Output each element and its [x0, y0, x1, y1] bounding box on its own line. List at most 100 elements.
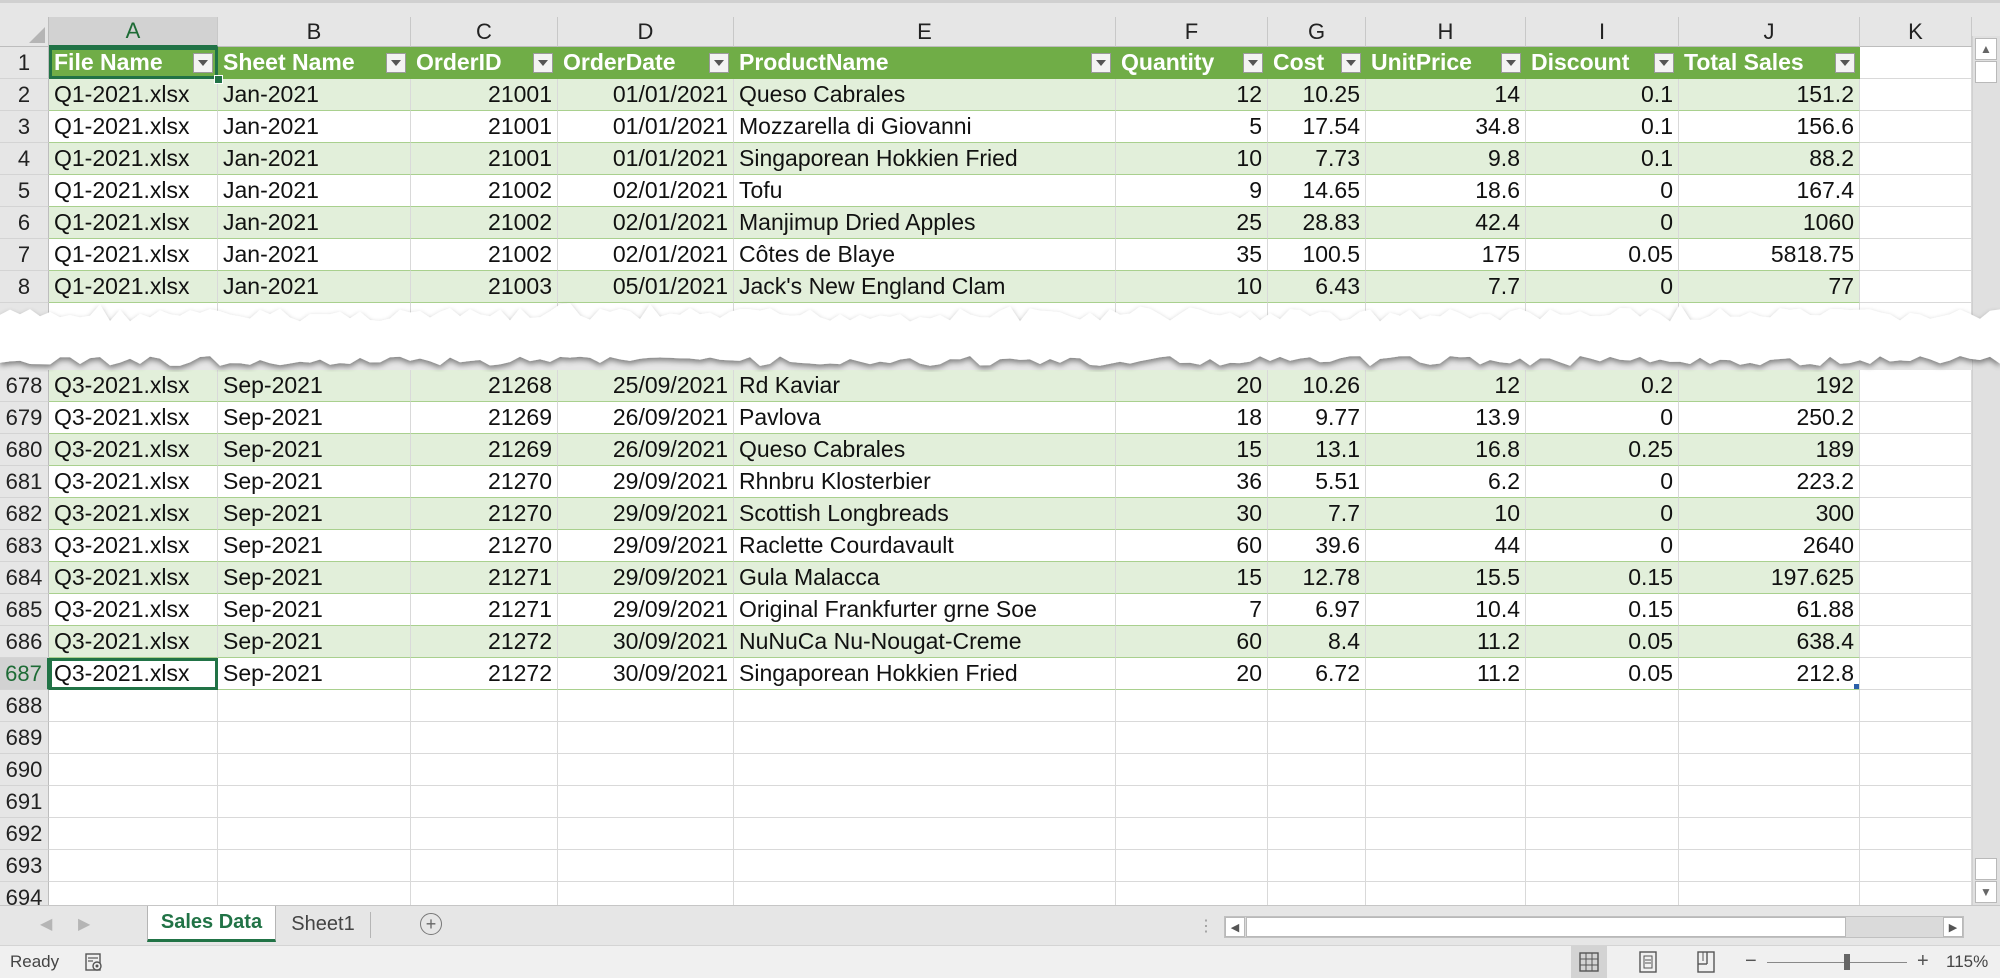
cell[interactable]: Sep-2021	[218, 434, 411, 466]
page-layout-icon[interactable]	[1630, 946, 1666, 978]
table-header-cell[interactable]: ProductName	[734, 47, 1116, 79]
fill-handle[interactable]	[214, 75, 223, 84]
cell[interactable]	[218, 690, 411, 722]
cell[interactable]: 0	[1526, 498, 1679, 530]
cell[interactable]: Q3-2021.xlsx	[49, 626, 218, 658]
cell[interactable]: 21269	[411, 402, 558, 434]
row-header[interactable]: 689	[0, 722, 49, 754]
cell[interactable]: 61.88	[1679, 594, 1860, 626]
cell[interactable]	[1860, 47, 1972, 79]
cell[interactable]: 29/09/2021	[558, 466, 734, 498]
cell[interactable]: 21270	[411, 530, 558, 562]
cell[interactable]	[1860, 434, 1972, 466]
cell[interactable]: 21272	[411, 658, 558, 690]
cell[interactable]: 223.2	[1679, 466, 1860, 498]
row-header[interactable]: 680	[0, 434, 49, 466]
cell[interactable]: 01/01/2021	[558, 143, 734, 175]
cell[interactable]	[1860, 143, 1972, 175]
cell[interactable]	[1679, 722, 1860, 754]
cell[interactable]: 12.78	[1268, 562, 1366, 594]
cell[interactable]	[1679, 850, 1860, 882]
cell[interactable]: 39.6	[1268, 530, 1366, 562]
cell[interactable]: 20	[1116, 370, 1268, 402]
cell[interactable]	[1526, 690, 1679, 722]
cell[interactable]: 21002	[411, 175, 558, 207]
cell[interactable]: Q1-2021.xlsx	[49, 175, 218, 207]
vertical-scroll-thumb[interactable]	[1975, 61, 1997, 83]
column-header-b[interactable]: B	[218, 17, 411, 47]
cell[interactable]: 18	[1116, 402, 1268, 434]
cell[interactable]	[1860, 594, 1972, 626]
row-header[interactable]: 5	[0, 175, 49, 207]
cell[interactable]: 21001	[411, 79, 558, 111]
cell[interactable]	[1268, 722, 1366, 754]
row-header[interactable]: 686	[0, 626, 49, 658]
cell[interactable]: 34.8	[1366, 111, 1526, 143]
cell[interactable]: 18.6	[1366, 175, 1526, 207]
cell[interactable]	[1526, 818, 1679, 850]
cell[interactable]: 10	[1116, 143, 1268, 175]
table-header-cell[interactable]: Discount	[1526, 47, 1679, 79]
cell[interactable]: 21001	[411, 143, 558, 175]
cell[interactable]: 30/09/2021	[558, 658, 734, 690]
cell[interactable]	[558, 786, 734, 818]
cell[interactable]: 7.7	[1366, 271, 1526, 303]
cell[interactable]: 21001	[411, 111, 558, 143]
cell[interactable]: 10.25	[1268, 79, 1366, 111]
cell[interactable]: 5	[1116, 111, 1268, 143]
cell[interactable]	[1860, 658, 1972, 690]
cell[interactable]: 25/09/2021	[558, 370, 734, 402]
cell[interactable]: 0	[1526, 466, 1679, 498]
cell[interactable]	[1860, 530, 1972, 562]
cell[interactable]: 11.2	[1366, 626, 1526, 658]
cell[interactable]: 6.43	[1268, 271, 1366, 303]
cell[interactable]: Sep-2021	[218, 562, 411, 594]
cell[interactable]	[1679, 754, 1860, 786]
cell[interactable]: 0.1	[1526, 79, 1679, 111]
cell[interactable]: 25	[1116, 207, 1268, 239]
column-header-e[interactable]: E	[734, 17, 1116, 47]
cell[interactable]: 0	[1526, 530, 1679, 562]
row-header[interactable]: 678	[0, 370, 49, 402]
cell[interactable]	[49, 690, 218, 722]
row-header[interactable]: 688	[0, 690, 49, 722]
scroll-right-button[interactable]: ▶	[1943, 917, 1963, 937]
cell[interactable]: 638.4	[1679, 626, 1860, 658]
cell[interactable]	[734, 850, 1116, 882]
cell[interactable]: Rd Kaviar	[734, 370, 1116, 402]
zoom-slider-thumb[interactable]	[1843, 954, 1850, 970]
cell[interactable]: 12	[1366, 370, 1526, 402]
cell[interactable]	[1116, 786, 1268, 818]
cell[interactable]: 21269	[411, 434, 558, 466]
table-header-cell[interactable]: Sheet Name	[218, 47, 411, 79]
cell[interactable]: 0.25	[1526, 434, 1679, 466]
cell[interactable]	[558, 754, 734, 786]
tab-sheet1[interactable]: Sheet1	[276, 906, 370, 942]
cell[interactable]	[49, 818, 218, 850]
cell[interactable]: 6.2	[1366, 466, 1526, 498]
column-header-a[interactable]: A	[49, 17, 218, 47]
cell[interactable]: Original Frankfurter grne Soe	[734, 594, 1116, 626]
column-header-c[interactable]: C	[411, 17, 558, 47]
cell[interactable]: Pavlova	[734, 402, 1116, 434]
cell[interactable]: 12	[1116, 79, 1268, 111]
column-header-g[interactable]: G	[1268, 17, 1366, 47]
row-header[interactable]: 684	[0, 562, 49, 594]
cell[interactable]: 21272	[411, 626, 558, 658]
cell[interactable]	[1116, 754, 1268, 786]
cell[interactable]	[218, 786, 411, 818]
cell[interactable]: 02/01/2021	[558, 239, 734, 271]
cell[interactable]	[1366, 818, 1526, 850]
table-header-cell[interactable]: OrderID	[411, 47, 558, 79]
cell[interactable]: Côtes de Blaye	[734, 239, 1116, 271]
cell[interactable]	[1860, 79, 1972, 111]
cell[interactable]: Q3-2021.xlsx	[49, 466, 218, 498]
cell[interactable]: 88.2	[1679, 143, 1860, 175]
cell[interactable]: Sep-2021	[218, 626, 411, 658]
row-header[interactable]: 7	[0, 239, 49, 271]
normal-view-icon[interactable]	[1571, 946, 1607, 978]
tab-scroll-right-icon[interactable]: ▶	[78, 914, 90, 934]
cell[interactable]: Mozzarella di Giovanni	[734, 111, 1116, 143]
filter-dropdown-icon[interactable]	[1243, 52, 1263, 73]
cell[interactable]: Q3-2021.xlsx	[49, 562, 218, 594]
